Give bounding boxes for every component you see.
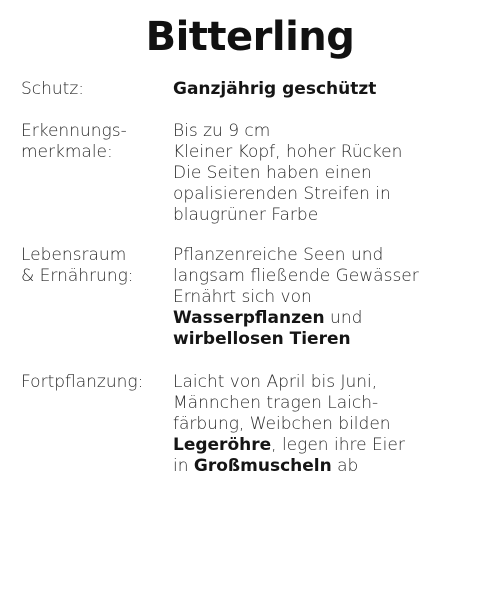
merkmale-line: Bis zu 9 cm bbox=[173, 121, 271, 141]
merkmale-label-line: Erkennungs- bbox=[21, 121, 127, 141]
fortpflanzung-keyword: Großmuscheln bbox=[193, 456, 332, 476]
fortpflanzung-line: Laicht von April bis Juni, bbox=[173, 372, 378, 392]
fortpflanzung-line: in Großmuscheln ab bbox=[173, 456, 493, 477]
lebensraum-text: und bbox=[324, 308, 363, 328]
merkmale-label: Erkennungs- merkmale: bbox=[21, 121, 171, 163]
lebensraum-label: Lebensraum & Ernährung: bbox=[21, 245, 171, 287]
page-title: Bitterling bbox=[145, 14, 355, 60]
lebensraum-line: Wasserpflanzen und bbox=[173, 308, 493, 329]
schutz-label: Schutz: bbox=[21, 79, 85, 99]
lebensraum-label-line: & Ernährung: bbox=[21, 266, 134, 286]
lebensraum-line: Pflanzenreiche Seen und bbox=[173, 245, 384, 265]
lebensraum-line: Ernährt sich von bbox=[173, 287, 312, 307]
lebensraum-label-line: Lebensraum bbox=[21, 245, 127, 265]
fortpflanzung-text: ab bbox=[331, 456, 359, 476]
fortpflanzung-line: Legeröhre, legen ihre Eier bbox=[173, 435, 493, 456]
lebensraum-keyword: Wasserpflanzen bbox=[173, 308, 325, 328]
merkmale-line: Die Seiten haben einen bbox=[173, 163, 372, 183]
fortpflanzung-value: Laicht von April bis Juni, Männchen trag… bbox=[173, 372, 493, 477]
fortpflanzung-text: in bbox=[173, 456, 194, 476]
lebensraum-line: langsam fließende Gewässer bbox=[173, 266, 419, 286]
merkmale-line: opalisierenden Streifen in bbox=[173, 184, 391, 204]
merkmale-label-line: merkmale: bbox=[21, 142, 113, 162]
merkmale-line: blaugrüner Farbe bbox=[173, 205, 319, 225]
merkmale-value: Bis zu 9 cm Kleiner Kopf, hoher Rücken D… bbox=[173, 121, 493, 226]
lebensraum-value: Pflanzenreiche Seen und langsam fließend… bbox=[173, 245, 493, 350]
fortpflanzung-line: färbung, Weibchen bilden bbox=[173, 414, 391, 434]
merkmale-line: Kleiner Kopf, hoher Rücken bbox=[173, 142, 403, 162]
fortpflanzung-label: Fortpflanzung: bbox=[21, 372, 144, 392]
fortpflanzung-keyword: Legeröhre bbox=[173, 435, 272, 455]
fortpflanzung-text: , legen ihre Eier bbox=[271, 435, 405, 455]
schutz-value: Ganzjährig geschützt bbox=[173, 79, 377, 99]
fortpflanzung-line: Männchen tragen Laich- bbox=[173, 393, 379, 413]
lebensraum-keyword: wirbellosen Tieren bbox=[173, 329, 351, 349]
